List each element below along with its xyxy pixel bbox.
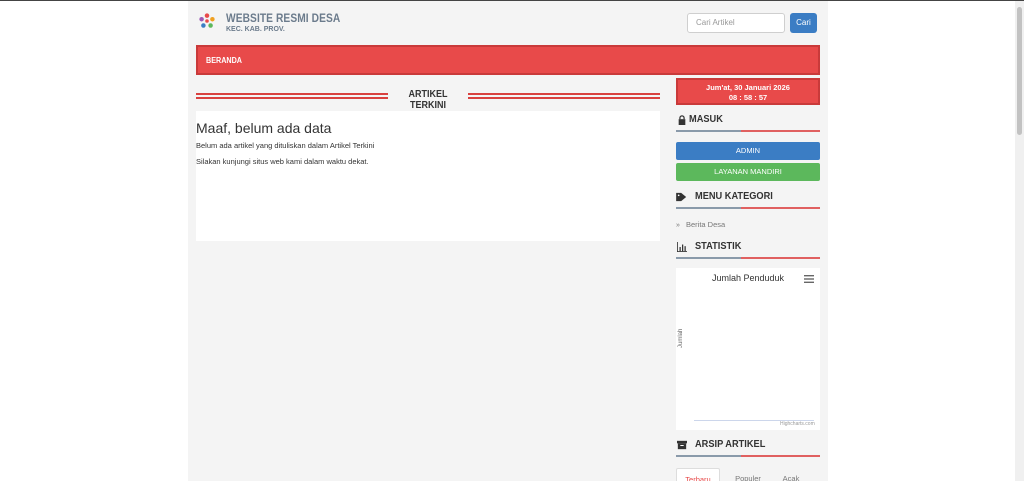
bar-chart-icon — [677, 242, 687, 252]
double-chevron-right-icon: » — [676, 222, 680, 229]
login-title: MASUK — [689, 113, 723, 125]
nodata-hint: Silakan kunjungi situs web kami dalam wa… — [196, 157, 369, 166]
site-subtitle: KEC. KAB. PROV. — [226, 26, 285, 33]
site-header: WEBSITE RESMI DESA KEC. KAB. PROV. Cari … — [188, 1, 828, 45]
stats-title: STATISTIK — [695, 240, 742, 252]
page-container: WEBSITE RESMI DESA KEC. KAB. PROV. Cari … — [188, 1, 828, 481]
stats-divider — [676, 257, 820, 259]
category-heading: MENU KATEGORI — [676, 188, 820, 209]
archive-box-icon — [677, 440, 687, 450]
scrollbar-thumb[interactable] — [1017, 7, 1022, 135]
archive-title: ARSIP ARTIKEL — [695, 438, 766, 450]
current-time: 08 : 58 : 57 — [728, 93, 768, 102]
tags-icon — [676, 192, 687, 202]
login-heading: MASUK — [676, 111, 820, 132]
tab-populer[interactable]: Populer — [728, 468, 768, 481]
current-date: Jum'at, 30 Januari 2026 — [706, 83, 790, 92]
main-navbar: BERANDA — [196, 45, 820, 75]
admin-button[interactable]: ADMIN — [676, 142, 820, 160]
chart-y-axis-label: Jumlah — [678, 328, 684, 348]
archive-tabs: Terbaru Populer Acak — [676, 468, 820, 481]
archive-heading: ARSIP ARTIKEL — [676, 436, 820, 457]
nav-item-beranda[interactable]: BERANDA — [206, 56, 242, 65]
category-title: MENU KATEGORI — [695, 190, 773, 202]
nodata-message: Belum ada artikel yang dituliskan dalam … — [196, 141, 375, 150]
tab-terbaru[interactable]: Terbaru — [676, 468, 720, 481]
heading-stripe-right — [468, 93, 660, 99]
lock-icon — [678, 115, 686, 125]
hamburger-menu-icon[interactable] — [804, 275, 814, 283]
layanan-mandiri-button[interactable]: LAYANAN MANDIRI — [676, 163, 820, 181]
nodata-title: Maaf, belum ada data — [196, 120, 332, 136]
section-title: ARTIKEL TERKINI — [392, 89, 464, 111]
chart-title: Jumlah Penduduk — [711, 273, 785, 283]
category-item[interactable]: » Berita Desa — [676, 220, 725, 229]
archive-divider — [676, 455, 820, 457]
search-button[interactable]: Cari — [790, 13, 817, 33]
search-input[interactable]: Cari Artikel — [687, 13, 785, 33]
page-scrollbar[interactable] — [1015, 1, 1024, 481]
category-divider — [676, 207, 820, 209]
population-chart: Jumlah Penduduk Jumlah Highcharts.com — [676, 268, 820, 430]
category-item-label: Berita Desa — [686, 220, 726, 229]
login-divider — [676, 130, 820, 132]
stats-heading: STATISTIK — [676, 238, 820, 259]
heading-stripe-left — [196, 93, 388, 99]
site-logo-icon[interactable] — [198, 12, 216, 30]
date-time-box: Jum'at, 30 Januari 2026 08 : 58 : 57 — [676, 78, 820, 105]
article-content-box: Maaf, belum ada data Belum ada artikel y… — [196, 111, 660, 241]
chart-credit[interactable]: Highcharts.com — [780, 421, 815, 427]
tab-acak[interactable]: Acak — [776, 468, 806, 481]
section-heading: ARTIKEL TERKINI — [196, 89, 660, 111]
site-title[interactable]: WEBSITE RESMI DESA — [226, 11, 340, 25]
